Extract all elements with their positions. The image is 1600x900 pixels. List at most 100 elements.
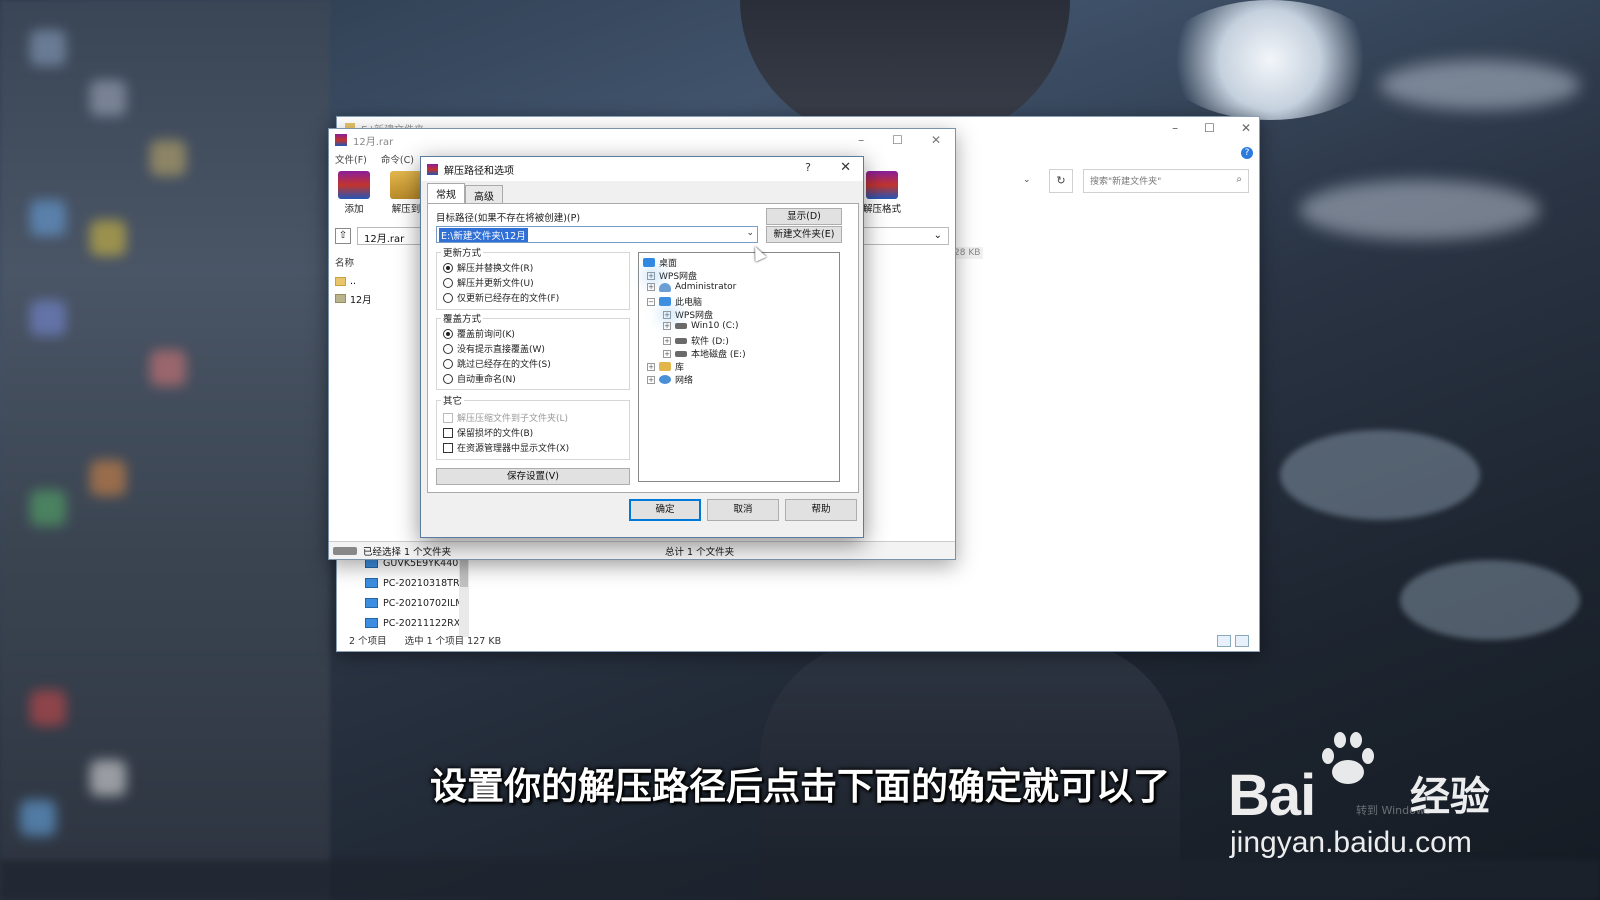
tree-item-drive-d[interactable]: + 软件 (D:): [663, 334, 729, 347]
blurred-desktop-icon: [30, 690, 66, 726]
overwrite-option-skip[interactable]: 跳过已经存在的文件(S): [443, 357, 551, 370]
watermark-url: jingyan.baidu.com: [1230, 826, 1472, 859]
maximize-icon[interactable]: ☐: [1204, 121, 1215, 135]
expand-icon[interactable]: +: [663, 322, 671, 330]
blurred-desktop-icon: [30, 490, 66, 526]
update-option-replace[interactable]: 解压并替换文件(R): [443, 261, 533, 274]
expand-icon[interactable]: +: [663, 349, 671, 358]
winrar-title: 12月.rar: [353, 136, 394, 148]
lotus-leaf: [1400, 560, 1580, 640]
large-icons-view-icon[interactable]: [1235, 635, 1249, 647]
misc-option-keep-broken[interactable]: 保留损坏的文件(B): [443, 426, 533, 439]
expand-icon[interactable]: +: [647, 362, 655, 371]
close-icon[interactable]: ✕: [840, 160, 851, 175]
checkbox-unchecked[interactable]: [443, 427, 453, 438]
new-folder-button[interactable]: 新建文件夹(E): [766, 226, 842, 243]
view-switcher: [1217, 635, 1249, 647]
list-item[interactable]: 12月: [335, 290, 415, 307]
computer-icon: [365, 598, 378, 608]
moon: [1160, 0, 1380, 120]
nav-item-computer[interactable]: PC-20211122RXC: [337, 613, 467, 633]
misc-option-show-in-explorer[interactable]: 在资源管理器中显示文件(X): [443, 441, 569, 454]
cloud: [1380, 60, 1580, 110]
minimize-icon[interactable]: –: [1172, 121, 1178, 135]
menu-file[interactable]: 文件(F): [335, 152, 367, 166]
refresh-icon[interactable]: ↻: [1049, 169, 1073, 193]
tree-item-wps-drive[interactable]: +WPS网盘: [647, 269, 697, 282]
tab-general[interactable]: 常规: [427, 183, 465, 203]
chevron-down-icon[interactable]: ⌄: [934, 230, 942, 242]
nav-item-computer[interactable]: PC-20210702ILM: [337, 593, 467, 613]
minimize-icon[interactable]: –: [858, 133, 864, 147]
search-placeholder: 搜索"新建文件夹": [1090, 177, 1162, 187]
overwrite-option-without-prompt[interactable]: 没有提示直接覆盖(W): [443, 342, 545, 355]
expand-icon[interactable]: +: [647, 375, 655, 384]
chevron-down-icon[interactable]: ⌄: [746, 228, 754, 238]
library-icon: [659, 362, 671, 371]
folder-icon: [335, 277, 346, 286]
help-icon[interactable]: ?: [805, 161, 811, 174]
ok-button[interactable]: 确定: [629, 499, 701, 521]
show-button[interactable]: 显示(D): [766, 208, 842, 225]
search-input[interactable]: 搜索"新建文件夹" ⌕: [1083, 169, 1249, 193]
explorer-statusbar: 2 个项目 选中 1 个项目 127 KB: [349, 633, 501, 647]
update-option-update[interactable]: 解压并更新文件(U): [443, 276, 534, 289]
overwrite-option-rename[interactable]: 自动重命名(N): [443, 372, 516, 385]
video-caption: 设置你的解压路径后点击下面的确定就可以了: [430, 765, 1170, 808]
radio-unchecked[interactable]: [443, 358, 453, 369]
expand-icon[interactable]: +: [647, 283, 655, 291]
tree-item-drive-c[interactable]: + Win10 (C:): [663, 321, 739, 331]
nav-scrollbar[interactable]: [459, 547, 469, 637]
overwrite-option-ask[interactable]: 覆盖前询问(K): [443, 327, 515, 340]
cancel-button[interactable]: 取消: [707, 499, 779, 521]
tree-item-drive-e[interactable]: + 本地磁盘 (E:): [663, 347, 746, 360]
tree-item-network[interactable]: + 网络: [647, 373, 693, 386]
column-header-name[interactable]: 名称: [335, 255, 415, 269]
checkbox-unchecked[interactable]: [443, 442, 453, 453]
baidu-paw-logo: [1318, 728, 1378, 788]
tree-item-libraries[interactable]: + 库: [647, 360, 684, 373]
radio-unchecked[interactable]: [443, 343, 453, 354]
maximize-icon[interactable]: ☐: [892, 133, 903, 147]
folder-tree[interactable]: 桌面 +WPS网盘 +Administrator −此电脑 +WPS网盘 +Wi…: [638, 252, 840, 482]
details-view-icon[interactable]: [1217, 635, 1231, 647]
extract-format-button[interactable]: 解压格式: [857, 171, 907, 215]
help-icon[interactable]: ?: [1241, 147, 1253, 159]
close-icon[interactable]: ✕: [931, 133, 941, 147]
target-path-input[interactable]: E:\新建文件夹\12月 ⌄: [436, 226, 758, 243]
radio-checked[interactable]: [443, 262, 453, 273]
blurred-desktop-icon: [90, 220, 126, 256]
lotus-leaf: [1280, 430, 1480, 520]
activate-windows-text: 转到 Windows: [1356, 804, 1431, 817]
extraction-options-dialog: 解压路径和选项 ? ✕ 常规 高级 目标路径(如果不存在将被创建)(P) E:\…: [420, 156, 864, 538]
save-settings-button[interactable]: 保存设置(V): [436, 468, 630, 485]
misc-title: 其它: [441, 393, 465, 407]
radio-unchecked[interactable]: [443, 373, 453, 384]
radio-checked[interactable]: [443, 328, 453, 339]
chevron-down-icon[interactable]: ⌄: [1023, 175, 1031, 185]
winrar-titlebar: 12月.rar – ☐ ✕: [329, 129, 955, 151]
update-mode-title: 更新方式: [441, 245, 484, 259]
radio-unchecked[interactable]: [443, 292, 453, 303]
tree-item-administrator[interactable]: + Administrator: [647, 282, 736, 292]
baidu-logo-text: Bai: [1228, 763, 1316, 828]
tree-item-wps-drive-pc[interactable]: +WPS网盘: [663, 308, 713, 321]
expand-icon[interactable]: +: [663, 336, 671, 345]
close-icon[interactable]: ✕: [1241, 121, 1251, 135]
computer-icon: [365, 578, 378, 588]
update-option-existing[interactable]: 仅更新已经存在的文件(F): [443, 291, 559, 304]
tab-advanced[interactable]: 高级: [465, 185, 503, 203]
blurred-desktop-icon: [30, 200, 66, 236]
update-mode-group: 更新方式 解压并替换文件(R) 解压并更新文件(U) 仅更新已经存在的文件(F): [436, 245, 630, 310]
tree-item-this-pc[interactable]: − 此电脑: [647, 295, 702, 308]
help-button[interactable]: 帮助: [785, 499, 857, 521]
add-button[interactable]: 添加: [335, 171, 373, 215]
collapse-icon[interactable]: −: [647, 297, 655, 306]
up-folder-icon[interactable]: ⇧: [335, 228, 351, 244]
nav-item-computer[interactable]: PC-20210318TRN: [337, 573, 467, 593]
tree-item-desktop[interactable]: 桌面: [643, 256, 677, 269]
computer-icon: [365, 618, 378, 628]
menu-commands[interactable]: 命令(C): [381, 152, 414, 166]
list-item[interactable]: ..: [335, 273, 415, 290]
radio-unchecked[interactable]: [443, 277, 453, 288]
